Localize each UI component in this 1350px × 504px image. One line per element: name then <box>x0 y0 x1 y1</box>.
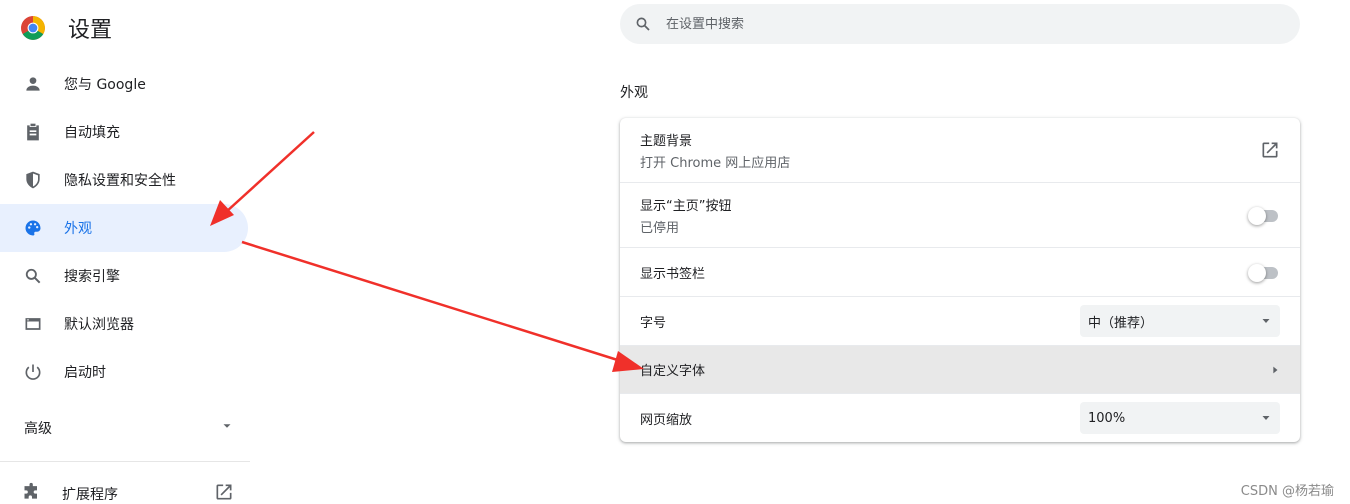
sidebar-item-label: 搜索引擎 <box>64 269 120 285</box>
font-size-row: 字号 中（推荐） <box>620 296 1300 345</box>
font-size-title: 字号 <box>640 315 667 331</box>
sidebar-item-search-engine[interactable]: 搜索引擎 <box>0 252 248 300</box>
advanced-toggle[interactable]: 高级 <box>24 416 234 440</box>
sidebar-item-extensions[interactable]: 扩展程序 <box>0 472 248 504</box>
sidebar-item-privacy[interactable]: 隐私设置和安全性 <box>0 156 248 204</box>
sidebar-item-default-browser[interactable]: 默认浏览器 <box>0 300 248 348</box>
open-external-icon[interactable] <box>1260 140 1280 160</box>
power-icon <box>22 361 44 383</box>
sidebar-item-label: 外观 <box>64 221 92 237</box>
custom-fonts-title: 自定义字体 <box>640 364 706 379</box>
brand: 设置 <box>20 12 112 44</box>
home-button-title: 显示“主页”按钮 <box>640 198 732 214</box>
font-size-select[interactable]: 中（推荐） <box>1080 305 1280 337</box>
sidebar-item-on-startup[interactable]: 启动时 <box>0 348 248 396</box>
palette-icon <box>22 217 44 239</box>
sidebar-item-label: 启动时 <box>64 365 106 381</box>
bookmarks-bar-row: 显示书签栏 <box>620 247 1300 296</box>
clipboard-icon <box>22 121 44 143</box>
bookmarks-bar-title: 显示书签栏 <box>640 266 706 282</box>
theme-row[interactable]: 主题背景 打开 Chrome 网上应用店 <box>620 118 1300 182</box>
sidebar-item-you-and-google[interactable]: 您与 Google <box>0 60 248 108</box>
appearance-card: 主题背景 打开 Chrome 网上应用店 显示“主页”按钮 已停用 显示书签栏 <box>620 118 1300 442</box>
sidebar-divider <box>0 461 250 462</box>
caret-down-icon <box>1262 416 1270 420</box>
sidebar-item-label: 隐私设置和安全性 <box>64 173 176 189</box>
sidebar: 设置 您与 Google 自动填充 隐私设置和安全性 外观 搜索引擎 默认浏览器… <box>0 0 252 504</box>
page-zoom-select[interactable]: 100% <box>1080 402 1280 434</box>
sidebar-item-autofill[interactable]: 自动填充 <box>0 108 248 156</box>
advanced-label: 高级 <box>24 421 52 437</box>
sidebar-item-label: 扩展程序 <box>62 487 118 503</box>
home-button-row: 显示“主页”按钮 已停用 <box>620 182 1300 247</box>
search-icon <box>22 265 44 287</box>
puzzle-icon <box>22 482 42 504</box>
search-input[interactable] <box>666 16 1246 32</box>
sidebar-item-label: 您与 Google <box>64 77 146 93</box>
home-button-toggle[interactable] <box>1248 207 1280 225</box>
page-zoom-title: 网页缩放 <box>640 412 693 428</box>
home-button-status: 已停用 <box>640 220 680 236</box>
page-zoom-row: 网页缩放 100% <box>620 393 1300 442</box>
page-zoom-value: 100% <box>1088 410 1126 426</box>
sidebar-item-label: 自动填充 <box>64 125 120 141</box>
person-icon <box>22 73 44 95</box>
sidebar-item-label: 默认浏览器 <box>64 317 134 333</box>
theme-subtitle: 打开 Chrome 网上应用店 <box>640 155 791 171</box>
section-title: 外观 <box>620 85 648 101</box>
page-title: 设置 <box>68 18 113 43</box>
theme-title: 主题背景 <box>640 133 693 149</box>
custom-fonts-row[interactable]: 自定义字体 <box>620 345 1300 393</box>
settings-page: 设置 您与 Google 自动填充 隐私设置和安全性 外观 搜索引擎 默认浏览器… <box>0 0 1350 504</box>
open-external-icon[interactable] <box>214 482 234 504</box>
watermark: CSDN @杨若瑜 <box>1240 484 1334 499</box>
bookmarks-bar-toggle[interactable] <box>1248 264 1280 282</box>
font-size-value: 中（推荐） <box>1088 315 1154 331</box>
arrow-to-custom-fonts <box>241 240 644 372</box>
toggle-knob <box>1248 207 1266 225</box>
caret-down-icon <box>220 419 234 437</box>
sidebar-item-appearance[interactable]: 外观 <box>0 204 248 252</box>
caret-down-icon <box>1262 319 1270 323</box>
toggle-knob <box>1248 264 1266 282</box>
search-bar[interactable] <box>620 4 1300 44</box>
shield-icon <box>22 169 44 191</box>
chrome-logo-icon <box>21 16 45 40</box>
search-icon <box>636 17 650 31</box>
browser-icon <box>22 313 44 335</box>
chevron-right-icon <box>1273 366 1278 373</box>
